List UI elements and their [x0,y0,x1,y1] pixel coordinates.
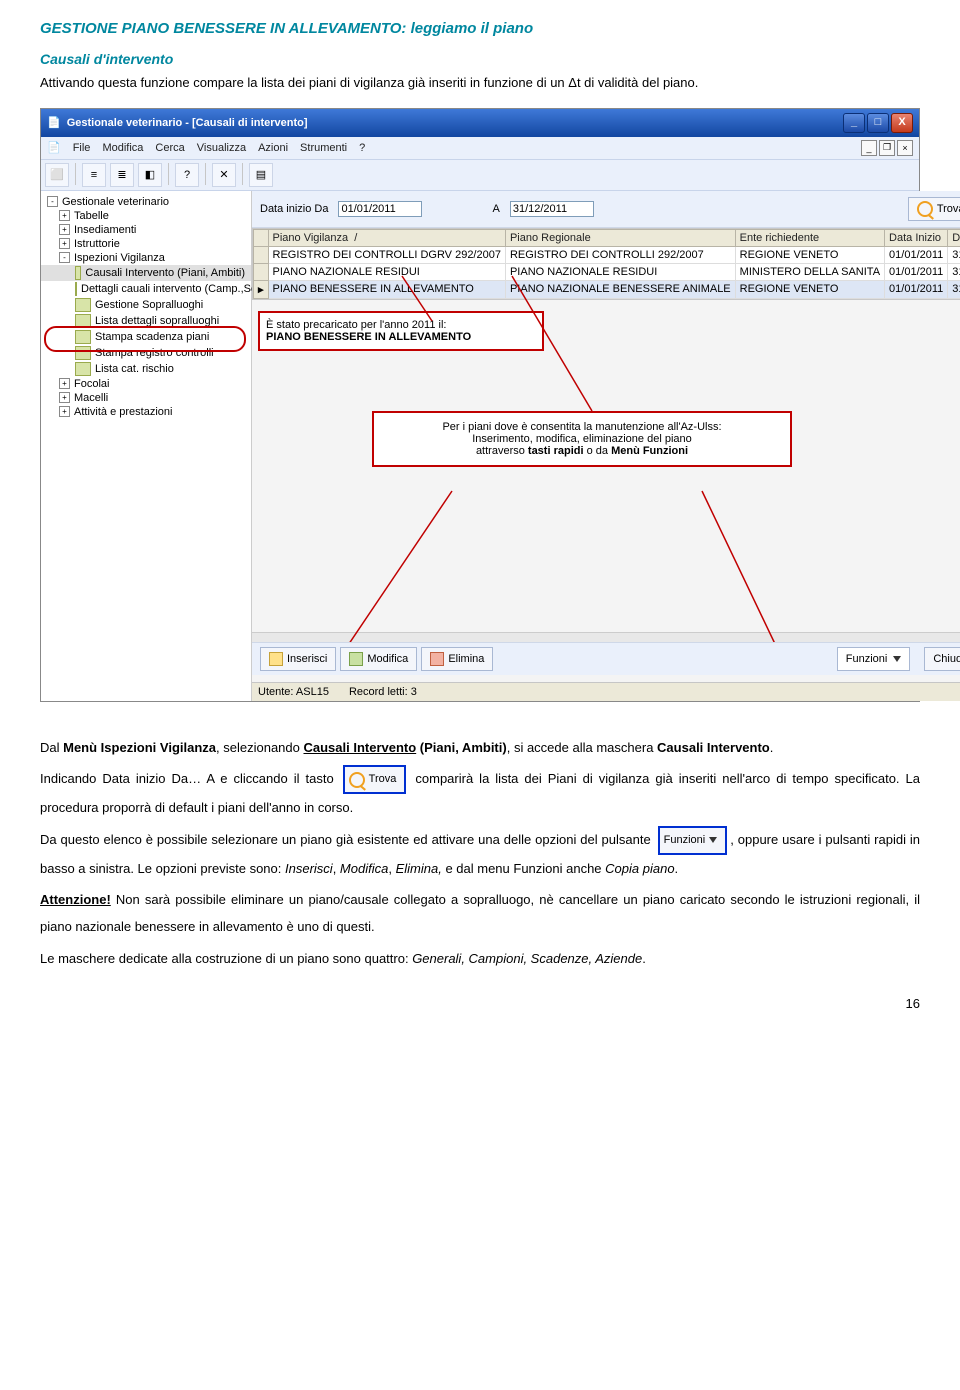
tree-dettagli-causali[interactable]: Dettagli cauali intervento (Camp.,Sca) [81,283,266,295]
toolbar-btn-4[interactable]: ◧ [138,163,162,187]
main-panel: Data inizio Da A Trova Piano Vigilanza /… [252,191,960,701]
tree-stampa-scadenza[interactable]: Stampa scadenza piani [95,331,209,343]
modifica-button[interactable]: Modifica [340,647,417,671]
window-max-button[interactable]: □ [867,113,889,133]
tree-gestione-sopralluoghi[interactable]: Gestione Sopralluoghi [95,299,203,311]
col-data-inizio[interactable]: Data Inizio [885,229,948,246]
chevron-down-icon [709,837,717,843]
callout-precaricato: È stato precaricato per l'anno 2011 il: … [258,311,544,351]
menubar: 📄 File Modifica Cerca Visualizza Azioni … [41,137,919,160]
filter-date-from[interactable] [338,201,422,217]
chiudi-button[interactable]: Chiudi [924,647,960,671]
tree-istruttorie[interactable]: Istruttorie [74,238,120,250]
callout-manutenzione: Per i piani dove è consentita la manuten… [372,411,792,467]
tree-causali-intervento[interactable]: Causali Intervento (Piani, Ambiti) [85,267,245,279]
tree-focolai[interactable]: Focolai [74,378,109,390]
tree-tabelle[interactable]: Tabelle [74,210,109,222]
body-p5: Da questo elenco è possibile selezionare… [40,826,920,882]
sidebar-tree: -Gestionale veterinario +Tabelle +Insedi… [41,191,252,701]
filter-label-da: Data inizio Da [260,203,328,215]
tree-attivita[interactable]: Attività e prestazioni [74,406,172,418]
toolbar-btn-6[interactable]: ✕ [212,163,236,187]
table-row[interactable]: REGISTRO DEI CONTROLLI DGRV 292/2007REGI… [254,246,960,263]
menu-strumenti[interactable]: Strumenti [300,142,347,154]
body-attenzione: Attenzione! Non sarà possibile eliminare… [40,886,920,941]
mdi-max-button[interactable]: ❐ [879,140,895,156]
menu-cerca[interactable]: Cerca [155,142,184,154]
status-record: Record letti: 3 [349,686,417,698]
body-p8: Le maschere dedicate alla costruzione di… [40,945,920,972]
elimina-button[interactable]: Elimina [421,647,493,671]
toolbar-btn-1[interactable]: ⬜ [45,163,69,187]
tree-root[interactable]: Gestionale veterinario [62,196,169,208]
inserisci-button[interactable]: Inserisci [260,647,336,671]
funzioni-button[interactable]: Funzioni [837,647,911,671]
toolbar-btn-5[interactable]: ? [175,163,199,187]
trova-button[interactable]: Trova [908,197,960,221]
tree-lista-cat[interactable]: Lista cat. rischio [95,363,174,375]
app-icon: 📄 [47,116,61,129]
filter-date-to[interactable] [510,201,594,217]
mdi-min-button[interactable]: _ [861,140,877,156]
page-number: 16 [40,996,920,1011]
window-titlebar: 📄 Gestionale veterinario - [Causali di i… [41,109,919,137]
page-title: GESTIONE PIANO BENESSERE IN ALLEVAMENTO:… [40,20,920,37]
body-p3: Indicando Data inizio Da… A e cliccando … [40,765,920,821]
table-row[interactable]: PIANO NAZIONALE RESIDUIPIANO NAZIONALE R… [254,263,960,280]
inline-trova-button: Trova [343,765,407,794]
col-piano-regionale[interactable]: Piano Regionale [505,229,735,246]
col-ente[interactable]: Ente richiedente [735,229,884,246]
screenshot-container: 📄 Gestionale veterinario - [Causali di i… [40,108,920,702]
inline-funzioni-button: Funzioni [658,826,728,855]
chevron-down-icon [893,656,901,662]
tree-macelli[interactable]: Macelli [74,392,108,404]
filter-label-a: A [492,203,499,215]
status-utente: Utente: ASL15 [258,686,329,698]
window-close-button[interactable]: X [891,113,913,133]
body-p1: Dal Menù Ispezioni Vigilanza, selezionan… [40,734,920,761]
menu-visualizza[interactable]: Visualizza [197,142,246,154]
mdi-close-button[interactable]: × [897,140,913,156]
toolbar-btn-2[interactable]: ≡ [82,163,106,187]
menu-azioni[interactable]: Azioni [258,142,288,154]
window-min-button[interactable]: _ [843,113,865,133]
tree-ispezioni[interactable]: Ispezioni Vigilanza [74,252,165,264]
tree-stampa-registro[interactable]: Stampa registro controlli [95,347,214,359]
tree-insediamenti[interactable]: Insediamenti [74,224,136,236]
toolbar: ⬜ ≡ ≣ ◧ ? ✕ ▤ [41,160,919,191]
menu-file[interactable]: File [73,142,91,154]
menu-modifica[interactable]: Modifica [102,142,143,154]
table-row[interactable]: ▸ PIANO BENESSERE IN ALLEVAMENTOPIANO NA… [254,280,960,298]
col-piano-vigilanza[interactable]: Piano Vigilanza / [268,229,505,246]
search-icon [917,201,933,217]
toolbar-btn-3[interactable]: ≣ [110,163,134,187]
tree-lista-dettagli[interactable]: Lista dettagli sopralluoghi [95,315,219,327]
window-title: Gestionale veterinario - [Causali di int… [67,117,308,129]
section-subtitle: Causali d'intervento [40,51,920,67]
toolbar-btn-7[interactable]: ▤ [249,163,273,187]
menu-help[interactable]: ? [359,142,365,154]
intro-text: Attivando questa funzione compare la lis… [40,73,920,94]
search-icon [349,772,365,788]
results-grid: Piano Vigilanza / Piano Regionale Ente r… [253,229,960,299]
col-data[interactable]: Data [948,229,960,246]
